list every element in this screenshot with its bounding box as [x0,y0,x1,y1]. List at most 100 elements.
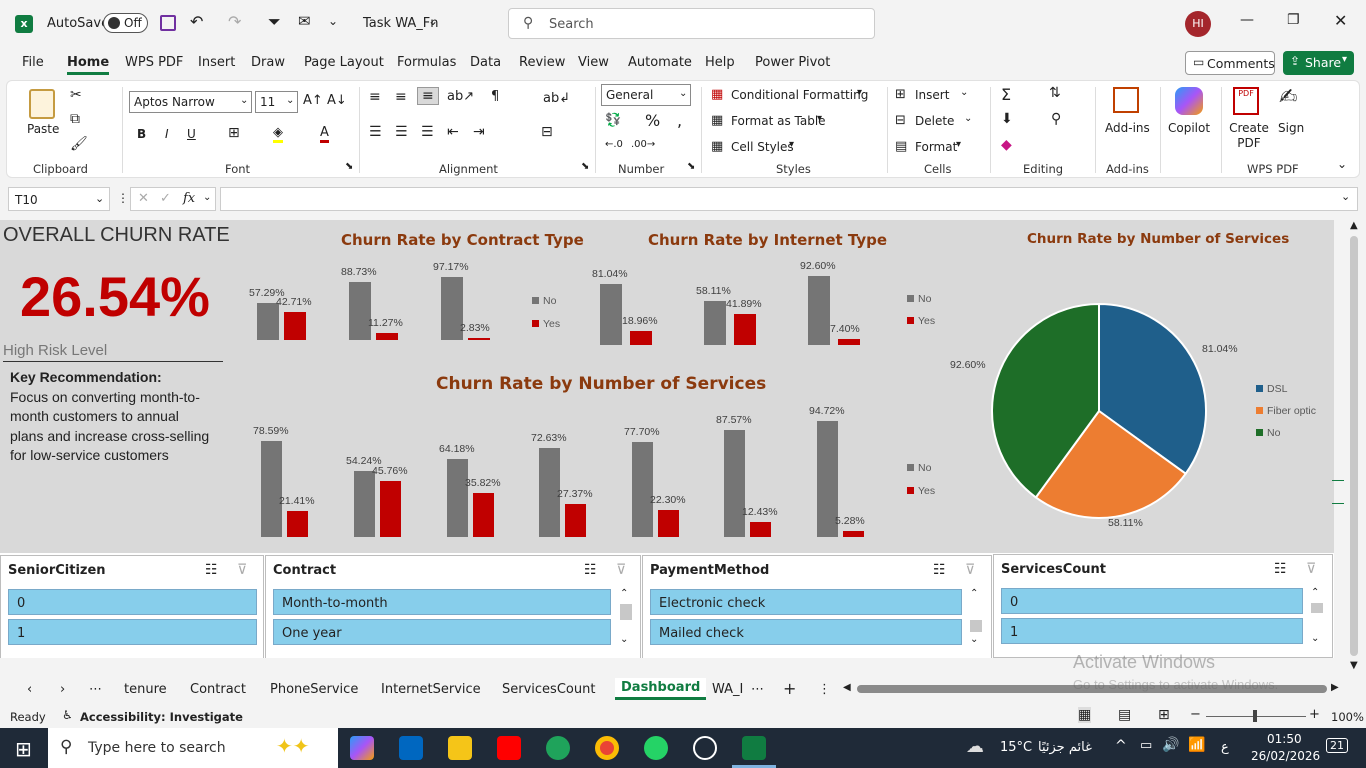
orientation-icon[interactable]: ab↗ [447,89,474,104]
underline-button[interactable]: U [187,127,196,141]
multi-select-icon[interactable]: ☷ [205,562,218,578]
redo-icon[interactable]: ↷ [228,12,241,31]
format-painter-icon[interactable]: 🖌 [70,136,88,152]
cut-icon[interactable]: ✂ [70,87,82,103]
formula-input[interactable] [220,187,1358,211]
slicer-payment-method[interactable]: PaymentMethod ☷ ⊽ Electronic check Maile… [642,555,992,658]
bold-button[interactable]: B [137,127,146,141]
sign-button[interactable]: Sign [1278,121,1304,135]
tab-view[interactable]: View [578,55,609,70]
decrease-decimal-icon[interactable]: .00→ [631,139,655,150]
taskbar-search[interactable]: ⚲ Type here to search ✦✦ [48,728,338,768]
tab-formulas[interactable]: Formulas [397,55,456,70]
merge-center-icon[interactable]: ⊟ [541,124,553,140]
clock-time[interactable]: 01:50 [1267,732,1302,746]
minimize-icon[interactable]: — [1240,12,1254,28]
copy-icon[interactable]: ⧉ [70,111,80,127]
paste-button[interactable]: Paste [27,122,59,136]
enter-icon[interactable]: ✓ [160,191,171,206]
align-left-icon[interactable]: ☰ [369,124,382,140]
conditional-formatting-button[interactable]: Conditional Formatting [731,88,868,102]
insert-cells-button[interactable]: Insert [915,88,949,102]
sheet-tab-wa_i[interactable]: WA_I [712,682,743,697]
tab-help[interactable]: Help [705,55,735,70]
battery-icon[interactable]: ▭ [1140,738,1152,753]
zoom-in-icon[interactable]: + [1309,707,1320,722]
slicer-item[interactable]: Month-to-month [273,589,611,615]
slicer-scrollbar[interactable]: ⌃ ⌄ [968,588,982,650]
font-color-icon[interactable]: A [320,125,329,143]
font-name-select[interactable]: Aptos Narrow ⌄ [129,91,252,113]
zoom-out-icon[interactable]: − [1190,707,1201,722]
italic-button[interactable]: I [165,127,169,141]
slicer-item[interactable]: 0 [8,589,257,615]
tab-data[interactable]: Data [470,55,501,70]
tab-more-icon[interactable]: ⋯ [89,682,102,697]
autosave-toggle[interactable]: Off [103,13,148,33]
tab-insert[interactable]: Insert [198,55,235,70]
paragraph-icon[interactable]: ¶ [491,89,499,104]
decrease-font-icon[interactable]: A↓ [327,93,347,108]
cancel-icon[interactable]: ✕ [138,191,149,206]
more-tabs-icon[interactable]: ⋯ [751,682,764,697]
align-top-icon[interactable]: ≡ [369,89,381,105]
clock-date[interactable]: 26/02/2026 [1251,749,1320,763]
tab-draw[interactable]: Draw [251,55,285,70]
align-bottom-icon[interactable]: ≡ [417,87,439,105]
fill-color-icon[interactable]: ◈ [273,125,283,143]
collapse-ribbon-icon[interactable]: ⌄ [1337,157,1347,171]
vertical-scrollbar[interactable]: ▲ ▼ [1348,220,1362,674]
delete-cells-button[interactable]: Delete [915,114,954,128]
sheet-tab-servicescount[interactable]: ServicesCount [502,682,595,697]
whatsapp-icon[interactable] [644,736,668,760]
currency-icon[interactable]: 💱 [605,113,621,128]
sheet-tab-dashboard[interactable]: Dashboard [615,678,707,700]
chevron-down-icon[interactable]: ⌄ [428,14,438,28]
clear-filter-icon[interactable]: ⊽ [237,562,247,578]
slicer-services-count[interactable]: ServicesCount ☷ ⊽ 0 1 ⌃ ⌄ [993,554,1333,658]
insert-function-button[interactable]: fx [183,191,195,206]
dialog-launcher-icon[interactable]: ⬊ [345,161,353,172]
align-middle-icon[interactable]: ≡ [395,89,407,105]
windows-start-icon[interactable]: ⊞ [15,737,32,761]
name-box[interactable]: T10 ⌄ [8,187,110,211]
create-pdf-button[interactable]: Create PDF [1229,121,1269,151]
clear-filter-icon[interactable]: ⊽ [1306,561,1316,577]
multi-select-icon[interactable]: ☷ [1274,561,1287,577]
font-size-select[interactable]: 11 ⌄ [255,91,298,113]
wifi-icon[interactable]: 📶 [1188,737,1205,753]
comma-icon[interactable]: , [677,111,682,130]
increase-font-icon[interactable]: A↑ [303,93,323,108]
outdent-icon[interactable]: ⇤ [447,124,459,140]
tab-power-pivot[interactable]: Power Pivot [755,55,830,70]
undo-icon[interactable]: ↶ [190,12,203,31]
add-ins-button[interactable]: Add-ins [1105,121,1150,135]
fill-icon[interactable]: ⬇ [1001,111,1013,127]
page-break-icon[interactable]: ⊞ [1158,707,1170,723]
close-icon[interactable]: ✕ [1334,11,1347,30]
clear-filter-icon[interactable]: ⊽ [965,562,975,578]
sort-filter-icon[interactable]: ⇅ [1049,85,1061,101]
indent-icon[interactable]: ⇥ [473,124,485,140]
wrap-text-icon[interactable]: ab↲ [543,91,570,106]
filter-icon[interactable]: ⏷ [268,12,281,32]
find-icon[interactable]: ⚲ [1051,111,1061,127]
chrome-icon[interactable] [595,736,619,760]
customize-icon[interactable]: ⌄ [328,14,338,28]
paste-icon[interactable] [29,89,55,119]
sheet-tab-internetservice[interactable]: InternetService [381,682,481,697]
format-cells-button[interactable]: Format [915,140,957,154]
slicer-item[interactable]: 1 [8,619,257,645]
dialog-launcher-icon[interactable]: ⬊ [581,161,589,172]
tab-wps-pdf[interactable]: WPS PDF [125,55,183,70]
borders-icon[interactable]: ⊞ [228,125,240,141]
file-explorer-icon[interactable] [448,736,472,760]
tab-review[interactable]: Review [519,55,565,70]
multi-select-icon[interactable]: ☷ [933,562,946,578]
excel-taskbar-icon[interactable] [742,736,766,760]
slicer-item[interactable]: One year [273,619,611,645]
sheet-options-icon[interactable]: ⋮ [818,682,831,697]
volume-icon[interactable]: 🔊 [1162,737,1179,753]
multi-select-icon[interactable]: ☷ [584,562,597,578]
cell-styles-button[interactable]: Cell Styles [731,140,794,154]
